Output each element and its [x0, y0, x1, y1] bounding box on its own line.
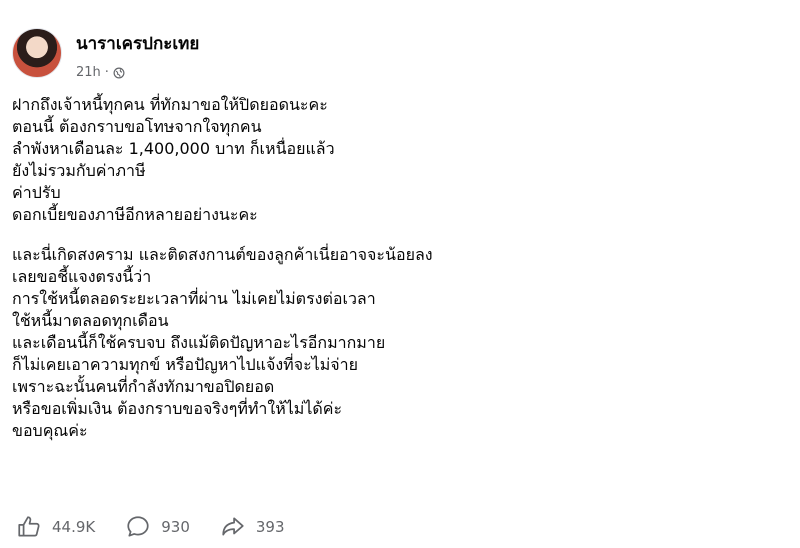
post-line: การใช้หนี้ตลอดระยะเวลาที่ผ่าน ไม่เคยไม่ต… [12, 289, 376, 308]
action-bar: 44.9K 930 393 [16, 514, 315, 540]
like-button[interactable]: 44.9K [16, 514, 95, 540]
post-line: และเดือนนี้ก็ใช้ครบจบ ถึงแม้ติดปัญหาอะไร… [12, 333, 386, 352]
post-time[interactable]: 21h [76, 65, 101, 80]
post-line: ขอบคุณค่ะ [12, 421, 88, 440]
post-line: ใช้หนี้มาตลอดทุกเดือน [12, 311, 169, 330]
facebook-post: นาราเครปกะเทย 21h · ฝากถึงเจ้าหนี้ทุกคน … [0, 0, 800, 548]
like-count: 44.9K [52, 518, 96, 536]
post-line: หรือขอเพิ่มเงิน ต้องกราบขอจริงๆที่ทำให้ไ… [12, 399, 343, 418]
globe-icon[interactable] [113, 67, 125, 79]
post-header: นาราเครปกะเทย 21h · [12, 28, 199, 80]
post-line: ยังไม่รวมกับค่าภาษี [12, 161, 146, 180]
comment-icon [127, 516, 149, 537]
post-meta: นาราเครปกะเทย 21h · [76, 30, 199, 80]
post-subline: 21h · [76, 65, 199, 80]
post-line: เพราะฉะนั้นคนที่กำลังทักมาขอปิดยอด [12, 377, 275, 396]
author-avatar[interactable] [12, 28, 62, 78]
post-line: ดอกเบี้ยของภาษีอีกหลายอย่างนะคะ [12, 205, 258, 224]
post-line: และนี่เกิดสงคราม และติดสงกานต์ของลูกค้าเ… [12, 245, 433, 264]
comment-count: 930 [161, 518, 190, 536]
share-button[interactable]: 393 [220, 514, 285, 540]
post-line: ลำพังหาเดือนละ 1,400,000 บาท ก็เหนื่อยแล… [12, 139, 335, 158]
comment-button[interactable]: 930 [125, 514, 190, 540]
post-line: ค่าปรับ [12, 183, 61, 202]
post-line: ก็ไม่เคยเอาความทุกข์ หรือปัญหาไปแจ้งที่จ… [12, 355, 358, 374]
post-body: ฝากถึงเจ้าหนี้ทุกคน ที่ทักมาขอให้ปิดยอดน… [12, 94, 772, 442]
thumbs-up-icon [18, 516, 40, 537]
share-count: 393 [255, 518, 285, 536]
author-name[interactable]: นาราเครปกะเทย [76, 30, 199, 57]
post-line: เลยขอชี้แจงตรงนี้ว่า [12, 267, 152, 286]
share-icon [222, 517, 244, 536]
meta-separator: · [104, 65, 109, 80]
post-line: ตอนนี้ ต้องกราบขอโทษจากใจทุกคน [12, 117, 262, 136]
post-line: ฝากถึงเจ้าหนี้ทุกคน ที่ทักมาขอให้ปิดยอดน… [12, 95, 328, 114]
